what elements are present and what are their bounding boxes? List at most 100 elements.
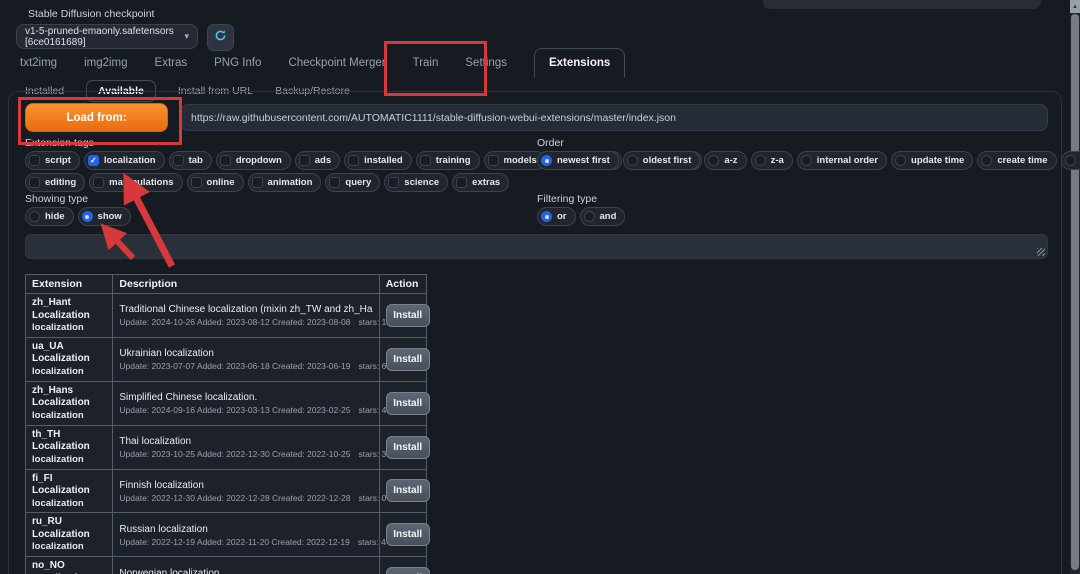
order-radio[interactable]: newest first	[537, 151, 619, 170]
extension-tag-checkbox[interactable]: science	[384, 173, 448, 192]
main-tab[interactable]: img2img	[84, 57, 127, 69]
tag-label: training	[436, 155, 471, 166]
table-row: ua_UA Localization localization Ukrainia…	[26, 337, 427, 381]
radio-icon	[541, 155, 552, 166]
order-radio[interactable]: oldest first	[623, 151, 701, 170]
extension-tag-checkbox[interactable]: extras	[452, 173, 509, 192]
extension-tag: localization	[32, 498, 106, 510]
radio-icon	[708, 155, 719, 166]
extension-tag-checkbox[interactable]: manipulations	[89, 173, 182, 192]
table-row: fi_FI Localization localization Finnish …	[26, 469, 427, 513]
extension-tag-checkbox[interactable]: editing	[25, 173, 85, 192]
tag-label: animation	[268, 177, 313, 188]
extension-stars: stars: 6	[358, 361, 386, 371]
description-cell: Finnish localization Update: 2022-12-30 …	[113, 469, 379, 513]
description-cell: Traditional Chinese localization (mixin …	[113, 294, 379, 338]
tag-label: science	[404, 177, 439, 188]
extension-tag-checkbox[interactable]: script	[25, 151, 80, 170]
order-radio[interactable]: update time	[891, 151, 973, 170]
scrollbar-up-icon[interactable]: ▲	[1070, 0, 1080, 13]
extension-tag-checkbox[interactable]: dropdown	[216, 151, 291, 170]
order-radio[interactable]: a-z	[704, 151, 746, 170]
main-tab[interactable]: Extensions	[534, 48, 625, 78]
extension-tag: localization	[32, 454, 106, 466]
order-radio[interactable]: internal order	[797, 151, 887, 170]
main-tab[interactable]: Extras	[155, 57, 188, 69]
extension-tag-checkbox[interactable]: online	[187, 173, 244, 192]
action-cell: Install	[379, 557, 426, 574]
main-tab[interactable]: Train	[413, 57, 439, 69]
order-radio[interactable]: create time	[977, 151, 1056, 170]
tag-label: online	[207, 177, 235, 188]
checkbox-icon	[420, 155, 431, 166]
main-tab[interactable]: Settings	[465, 57, 507, 69]
extension-tags-row-2: editing manipulations online animation q…	[25, 173, 509, 192]
install-button[interactable]: Install	[386, 479, 430, 502]
extension-tag: localization	[32, 322, 106, 334]
checkbox-icon	[29, 155, 40, 166]
showing-type-radio[interactable]: hide	[25, 207, 74, 226]
install-button[interactable]: Install	[386, 392, 430, 415]
checkbox-icon	[488, 155, 499, 166]
extension-search-input[interactable]	[25, 234, 1048, 259]
order-radio[interactable]: stars	[1061, 151, 1080, 170]
extension-cell: fi_FI Localization localization	[26, 469, 113, 513]
tag-label: ads	[315, 155, 331, 166]
main-tab[interactable]: PNG Info	[214, 57, 261, 69]
main-tab[interactable]: txt2img	[20, 57, 57, 69]
radio-icon	[981, 155, 992, 166]
extension-name: ua_UA Localization	[32, 341, 106, 366]
extension-dates: Update: 2022-12-30 Added: 2022-12-28 Cre…	[119, 493, 350, 503]
checkbox-icon	[388, 177, 399, 188]
table-header-row: ExtensionDescriptionAction	[26, 275, 427, 294]
extension-tag-checkbox[interactable]: animation	[248, 173, 322, 192]
install-button[interactable]: Install	[386, 523, 430, 546]
extension-cell: th_TH Localization localization	[26, 425, 113, 469]
filtering-type-radio[interactable]: and	[580, 207, 626, 226]
extension-tag-checkbox[interactable]: training	[416, 151, 480, 170]
install-button[interactable]: Install	[386, 567, 430, 574]
checkbox-icon	[329, 177, 340, 188]
action-cell: Install	[379, 469, 426, 513]
install-button[interactable]: Install	[386, 348, 430, 371]
tag-label: query	[345, 177, 371, 188]
install-button[interactable]: Install	[386, 304, 430, 327]
filtering-type-radio[interactable]: or	[537, 207, 576, 226]
table-row: no_NO Localization localization Norwegia…	[26, 557, 427, 574]
order-option-label: create time	[997, 155, 1047, 166]
main-tab[interactable]: Checkpoint Merger	[288, 57, 385, 69]
radio-icon	[755, 155, 766, 166]
install-button[interactable]: Install	[386, 436, 430, 459]
radio-icon	[801, 155, 812, 166]
scrollbar-thumb[interactable]	[1071, 14, 1079, 570]
table-header-cell: Action	[379, 275, 426, 294]
extension-tag-checkbox[interactable]: installed	[344, 151, 412, 170]
extension-tag-checkbox[interactable]: tab	[169, 151, 212, 170]
extension-tag-checkbox[interactable]: query	[325, 173, 380, 192]
extension-description: Ukrainian localization	[119, 347, 372, 360]
table-row: zh_Hant Localization localization Tradit…	[26, 294, 427, 338]
order-radio[interactable]: z-a	[751, 151, 793, 170]
checkbox-icon	[93, 177, 104, 188]
refresh-icon	[214, 29, 227, 47]
radio-icon	[541, 211, 552, 222]
action-cell: Install	[379, 425, 426, 469]
extension-tag-checkbox[interactable]: ads	[295, 151, 340, 170]
extension-description: Traditional Chinese localization (mixin …	[119, 303, 372, 316]
showing-type-radio[interactable]: show	[78, 207, 131, 226]
tag-label: manipulations	[109, 177, 173, 188]
order-option-label: a-z	[724, 155, 737, 166]
radio-icon	[584, 211, 595, 222]
extension-tag-checkbox[interactable]: localization	[84, 151, 165, 170]
order-label: Order	[537, 137, 564, 149]
showing-option-label: show	[98, 211, 122, 222]
cropped-dropdown-bar	[763, 0, 1041, 9]
extension-name: no_NO Localization	[32, 560, 106, 574]
tag-label: tab	[189, 155, 203, 166]
order-option-label: internal order	[817, 155, 878, 166]
description-cell: Russian localization Update: 2022-12-19 …	[113, 513, 379, 557]
extensions-index-url-input[interactable]	[180, 104, 1048, 131]
extension-cell: ua_UA Localization localization	[26, 337, 113, 381]
load-from-button[interactable]: Load from:	[25, 103, 168, 132]
tag-label: extras	[472, 177, 500, 188]
